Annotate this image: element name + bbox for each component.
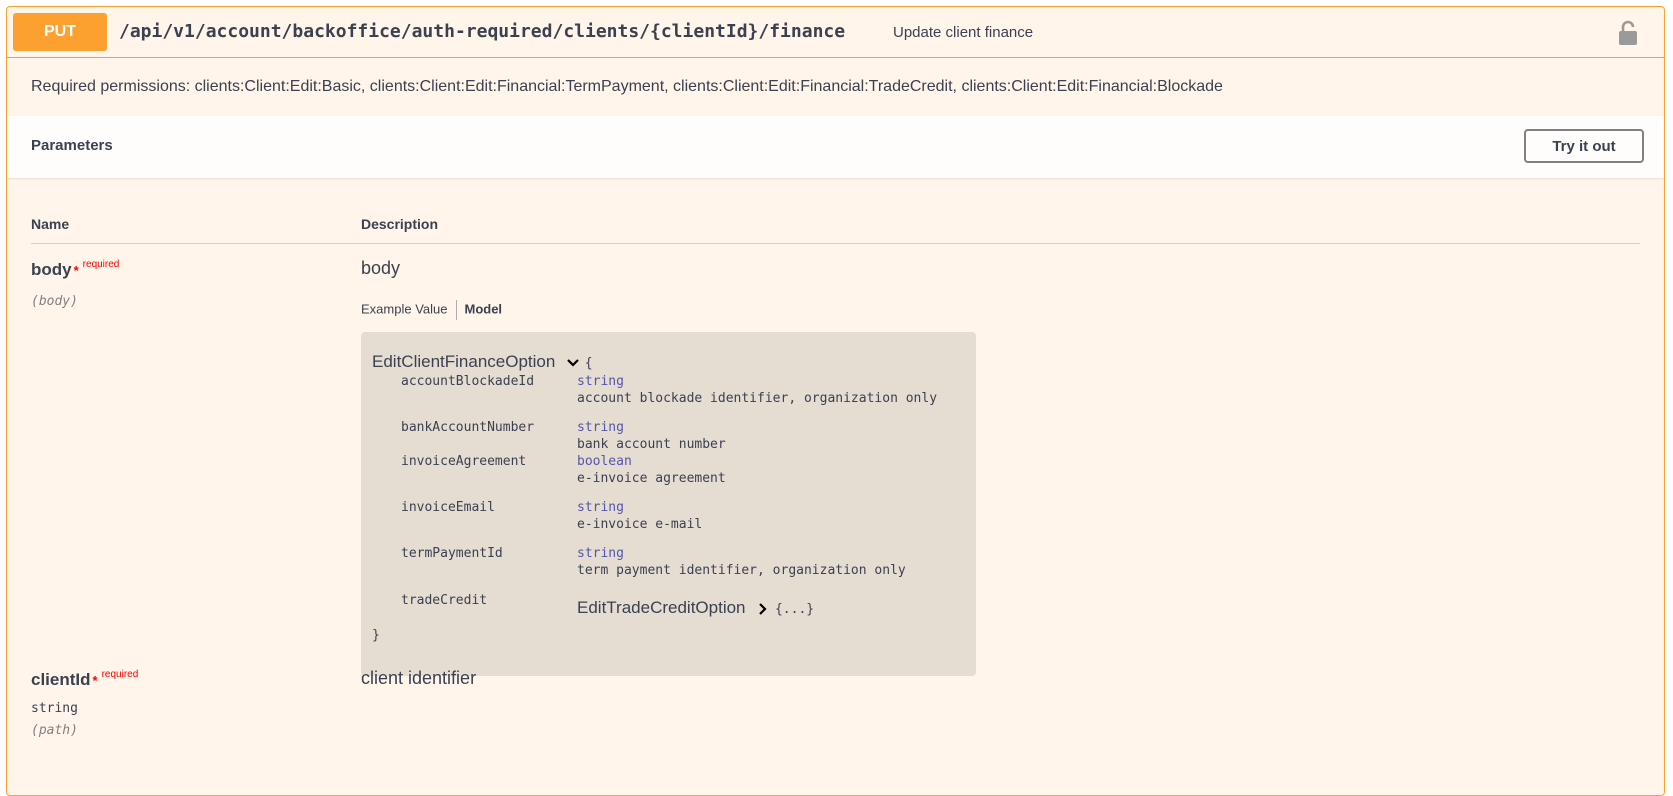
tab-model[interactable]: Model [464,301,502,316]
model-prop-type: string [577,546,624,561]
required-label: required [82,259,120,270]
operation-summary[interactable]: PUT /api/v1/account/backoffice/auth-requ… [7,7,1664,58]
permissions-text: Required permissions: clients:Client:Edi… [31,78,1223,95]
operation-block: PUT /api/v1/account/backoffice/auth-requ… [6,6,1665,796]
model-title[interactable]: EditClientFinanceOption { [372,352,593,372]
model-prop-desc: term payment identifier, organization on… [577,563,906,578]
parameters-header: Parameters Try it out [7,116,1664,178]
model-prop-type: string [577,374,624,389]
model-prop-name: bankAccountNumber [401,420,535,435]
model-box: EditClientFinanceOption { accountBlockad… [361,332,976,676]
method-badge: PUT [13,13,107,51]
model-collapsed-braces: {...} [774,602,815,617]
chevron-down-icon[interactable] [566,356,580,370]
model-prop-name: invoiceAgreement [401,454,527,469]
model-ref-title: EditTradeCreditOption [577,598,746,617]
model-tabs: Example Value Model [361,300,502,320]
model-prop-desc: bank account number [577,437,726,452]
required-label: required [101,669,139,680]
operation-path[interactable]: /api/v1/account/backoffice/auth-required… [119,21,845,42]
parameter-row-clientid: clientId * required string (path) client i… [31,664,1640,764]
parameters-table: Name Description body * required (body) bo… [7,178,1664,764]
model-prop-name: tradeCredit [401,593,488,608]
chevron-right-icon[interactable] [756,602,770,616]
parameter-name: clientId * required [31,669,139,690]
parameter-type: string [31,701,78,716]
parameter-name: body * required [31,259,120,280]
lock-open-icon[interactable] [1618,20,1638,46]
model-close-brace: } [372,628,380,643]
tab-example-value[interactable]: Example Value [361,301,447,316]
operation-summary-text: Update client finance [893,24,1034,41]
model-title-text: EditClientFinanceOption [372,352,556,371]
required-star: * [73,263,79,278]
model-prop-desc: e-invoice e-mail [577,517,703,532]
model-prop-name: accountBlockadeId [401,374,535,389]
parameter-row-body: body * required (body) body Example Value M… [31,244,1640,676]
parameter-in: (body) [31,294,78,309]
parameters-title: Parameters [31,137,113,154]
model-prop-desc: e-invoice agreement [577,471,726,486]
model-open-brace: { [584,356,593,371]
model-prop-type: string [577,420,624,435]
tab-divider [456,300,458,320]
model-prop-type: string [577,500,624,515]
model-prop-name: invoiceEmail [401,500,495,515]
column-name-header: Name [31,216,70,232]
model-prop-ref[interactable]: EditTradeCreditOption {...} [577,598,814,618]
required-star: * [92,673,98,688]
model-prop-name: termPaymentId [401,546,503,561]
parameter-description: body [361,258,401,278]
parameter-description: client identifier [361,668,477,688]
model-prop-type: boolean [577,454,632,469]
parameter-in: (path) [31,723,78,738]
model-prop-desc: account blockade identifier, organizatio… [577,391,938,406]
parameters-table-head: Name Description [31,178,1640,244]
parameter-name-text: clientId [31,670,91,689]
try-it-out-button[interactable]: Try it out [1524,129,1644,163]
column-description-header: Description [361,216,439,232]
parameter-name-text: body [31,260,72,279]
